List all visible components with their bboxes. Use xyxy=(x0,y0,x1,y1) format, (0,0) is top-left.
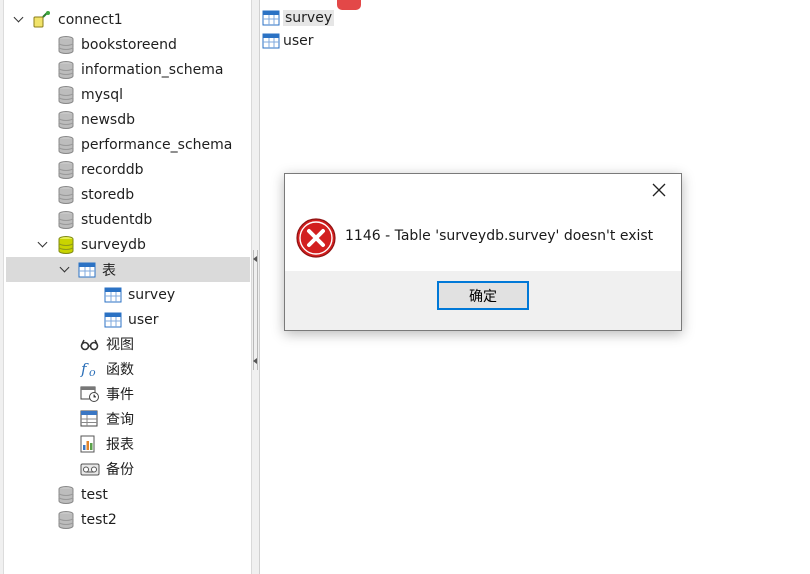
dialog-titlebar[interactable] xyxy=(285,174,681,205)
query-icon xyxy=(80,410,100,428)
object-list-label: user xyxy=(283,32,314,49)
database-icon xyxy=(58,510,74,529)
tree-row-database[interactable]: information_schema xyxy=(58,57,224,82)
notification-badge[interactable] xyxy=(337,0,361,10)
reports-node-label: 报表 xyxy=(106,436,134,453)
table-icon xyxy=(104,312,122,328)
tree-row-database[interactable]: studentdb xyxy=(58,207,152,232)
tree-row-backups[interactable]: 备份 xyxy=(80,456,134,481)
tree-row-queries[interactable]: 查询 xyxy=(80,406,134,431)
object-list-label: survey xyxy=(283,9,335,26)
tree-row-database[interactable]: storedb xyxy=(58,182,134,207)
tree-row-database[interactable]: recorddb xyxy=(58,157,144,182)
database-icon xyxy=(58,35,74,54)
function-icon: fo xyxy=(80,360,100,379)
database-open-icon xyxy=(58,235,74,254)
tree-row-database[interactable]: newsdb xyxy=(58,107,135,132)
database-label: performance_schema xyxy=(81,136,233,153)
backups-node-label: 备份 xyxy=(106,461,134,478)
object-list-item[interactable]: survey xyxy=(262,7,335,28)
database-label: test2 xyxy=(81,511,117,528)
database-icon xyxy=(58,210,74,229)
database-icon xyxy=(58,60,74,79)
database-icon xyxy=(58,485,74,504)
svg-text:f: f xyxy=(80,360,89,378)
error-message: 1146 - Table 'surveydb.survey' doesn't e… xyxy=(345,228,654,244)
tree-row-connection[interactable]: connect1 xyxy=(12,7,123,32)
collapse-arrow-icon[interactable] xyxy=(253,358,257,364)
tree-row-database[interactable]: bookstoreend xyxy=(58,32,177,57)
close-icon[interactable] xyxy=(651,182,667,198)
tree-row-views[interactable]: 视图 xyxy=(80,331,134,356)
table-icon xyxy=(104,287,122,303)
collapse-arrow-icon[interactable] xyxy=(253,256,257,262)
error-dialog[interactable]: 1146 - Table 'surveydb.survey' doesn't e… xyxy=(284,173,682,331)
ok-button[interactable]: 确定 xyxy=(437,281,529,310)
table-folder-icon xyxy=(78,262,96,278)
chevron-down-icon[interactable] xyxy=(12,13,26,27)
database-icon xyxy=(58,160,74,179)
database-icon xyxy=(58,110,74,129)
navigation-tree-pane[interactable]: connect1 bookstoreend information_schema… xyxy=(0,0,252,574)
views-node-label: 视图 xyxy=(106,336,134,353)
dialog-body: 1146 - Table 'surveydb.survey' doesn't e… xyxy=(285,205,681,271)
backup-tape-icon xyxy=(80,460,100,478)
database-icon xyxy=(58,135,74,154)
table-label: survey xyxy=(128,286,176,303)
table-icon xyxy=(262,33,280,49)
database-label: information_schema xyxy=(81,61,224,78)
svg-text:o: o xyxy=(89,366,96,378)
tree-row-events[interactable]: 事件 xyxy=(80,381,134,406)
database-label: test xyxy=(81,486,108,503)
tree-row-functions[interactable]: fo 函数 xyxy=(80,356,134,381)
table-label: user xyxy=(128,311,159,328)
database-label: studentdb xyxy=(81,211,153,228)
events-node-label: 事件 xyxy=(106,386,134,403)
table-icon xyxy=(262,10,280,26)
functions-node-label: 函数 xyxy=(106,361,134,378)
chevron-down-icon[interactable] xyxy=(58,263,72,277)
object-list-item[interactable]: user xyxy=(262,30,314,51)
splitter-grip[interactable] xyxy=(253,250,258,370)
connection-icon xyxy=(32,10,52,29)
left-edge-strip xyxy=(0,0,4,574)
tree-row-database[interactable]: test2 xyxy=(58,507,117,532)
error-icon xyxy=(295,217,337,259)
tree-row-database[interactable]: performance_schema xyxy=(58,132,232,157)
report-chart-icon xyxy=(80,435,100,453)
database-label: newsdb xyxy=(81,111,136,128)
database-label: storedb xyxy=(81,186,135,203)
tree-row-table[interactable]: survey xyxy=(104,282,175,307)
queries-node-label: 查询 xyxy=(106,411,134,428)
database-label: recorddb xyxy=(81,161,144,178)
database-label: surveydb xyxy=(81,236,146,253)
database-label: bookstoreend xyxy=(81,36,177,53)
tree-row-surveydb[interactable]: surveydb xyxy=(36,232,146,257)
connection-label: connect1 xyxy=(58,11,123,28)
event-clock-icon xyxy=(80,385,100,403)
database-icon xyxy=(58,185,74,204)
glasses-icon xyxy=(80,335,100,353)
chevron-down-icon[interactable] xyxy=(36,238,50,252)
tree-row-database[interactable]: mysql xyxy=(58,82,123,107)
tree-row-tables[interactable]: 表 xyxy=(6,257,250,282)
tree-row-table[interactable]: user xyxy=(104,307,159,332)
tree-row-database[interactable]: test xyxy=(58,482,108,507)
database-label: mysql xyxy=(81,86,123,103)
tree-row-reports[interactable]: 报表 xyxy=(80,431,134,456)
pane-splitter[interactable] xyxy=(252,0,260,574)
database-icon xyxy=(58,85,74,104)
tables-node-label: 表 xyxy=(102,262,116,279)
